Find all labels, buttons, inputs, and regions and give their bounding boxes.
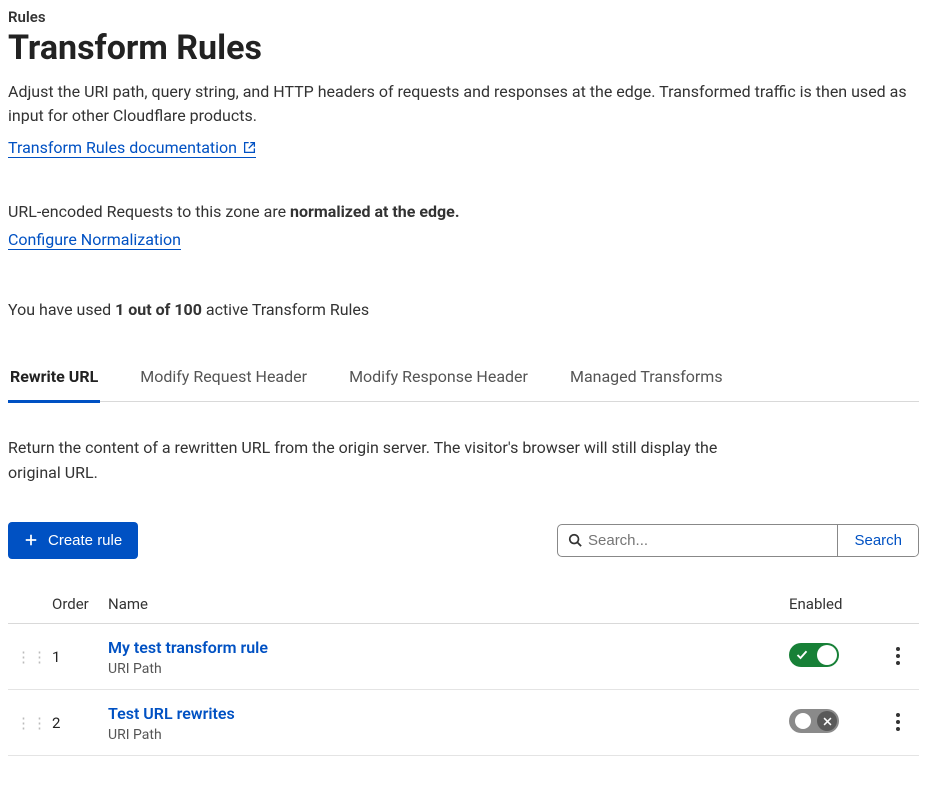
usage-prefix: You have used: [8, 300, 115, 319]
tab-modify-response-header[interactable]: Modify Response Header: [347, 357, 530, 403]
col-name: Name: [100, 585, 781, 624]
page-title: Transform Rules: [8, 28, 919, 68]
tab-managed-transforms[interactable]: Managed Transforms: [568, 357, 725, 403]
search-input[interactable]: [588, 532, 827, 549]
enabled-toggle[interactable]: [789, 709, 839, 733]
drag-handle-icon[interactable]: ⋮⋮: [16, 654, 28, 660]
usage-suffix: active Transform Rules: [202, 300, 369, 319]
search-group: Search: [557, 524, 919, 557]
breadcrumb: Rules: [8, 8, 919, 26]
table-row: ⋮⋮ 2 Test URL rewrites URI Path: [8, 689, 919, 755]
tabs: Rewrite URL Modify Request Header Modify R…: [8, 357, 919, 402]
drag-handle-icon[interactable]: ⋮⋮: [16, 720, 28, 726]
x-icon: [822, 716, 833, 727]
enabled-toggle[interactable]: [789, 643, 839, 667]
row-actions-button[interactable]: [890, 643, 906, 672]
plus-icon: [24, 533, 38, 547]
tab-modify-request-header[interactable]: Modify Request Header: [138, 357, 309, 403]
search-icon: [568, 533, 582, 547]
normalize-status: normalized at the edge.: [290, 202, 459, 221]
usage-count: 1 out of 100: [115, 300, 202, 319]
rule-subtype: URI Path: [108, 661, 773, 677]
normalize-status-line: URL-encoded Requests to this zone are no…: [8, 200, 919, 224]
table-row: ⋮⋮ 1 My test transform rule URI Path: [8, 623, 919, 689]
rules-table: Order Name Enabled ⋮⋮ 1 My test transform …: [8, 585, 919, 756]
rule-subtype: URI Path: [108, 727, 773, 743]
kebab-icon: [896, 713, 900, 731]
check-icon: [796, 649, 808, 661]
rule-name-link[interactable]: Test URL rewrites: [108, 704, 235, 723]
configure-normalization-link[interactable]: Configure Normalization: [8, 230, 181, 250]
toolbar: Create rule Search: [8, 522, 919, 559]
search-button[interactable]: Search: [837, 525, 918, 556]
doc-link-label: Transform Rules documentation: [8, 138, 237, 157]
doc-link[interactable]: Transform Rules documentation: [8, 138, 256, 158]
external-link-icon: [243, 141, 256, 154]
create-rule-button[interactable]: Create rule: [8, 522, 138, 559]
kebab-icon: [896, 647, 900, 665]
col-enabled: Enabled: [781, 585, 877, 624]
tab-description: Return the content of a rewritten URL fr…: [8, 436, 728, 486]
create-rule-label: Create rule: [48, 532, 122, 549]
rule-name-link[interactable]: My test transform rule: [108, 638, 268, 657]
rule-order: 1: [44, 623, 100, 689]
page-description: Adjust the URI path, query string, and H…: [8, 80, 918, 128]
tab-rewrite-url[interactable]: Rewrite URL: [8, 357, 100, 403]
normalize-prefix: URL-encoded Requests to this zone are: [8, 202, 290, 221]
col-drag: [8, 585, 44, 624]
rule-order: 2: [44, 689, 100, 755]
usage-line: You have used 1 out of 100 active Transf…: [8, 300, 919, 319]
col-actions: [877, 585, 919, 624]
row-actions-button[interactable]: [890, 709, 906, 738]
col-order: Order: [44, 585, 100, 624]
